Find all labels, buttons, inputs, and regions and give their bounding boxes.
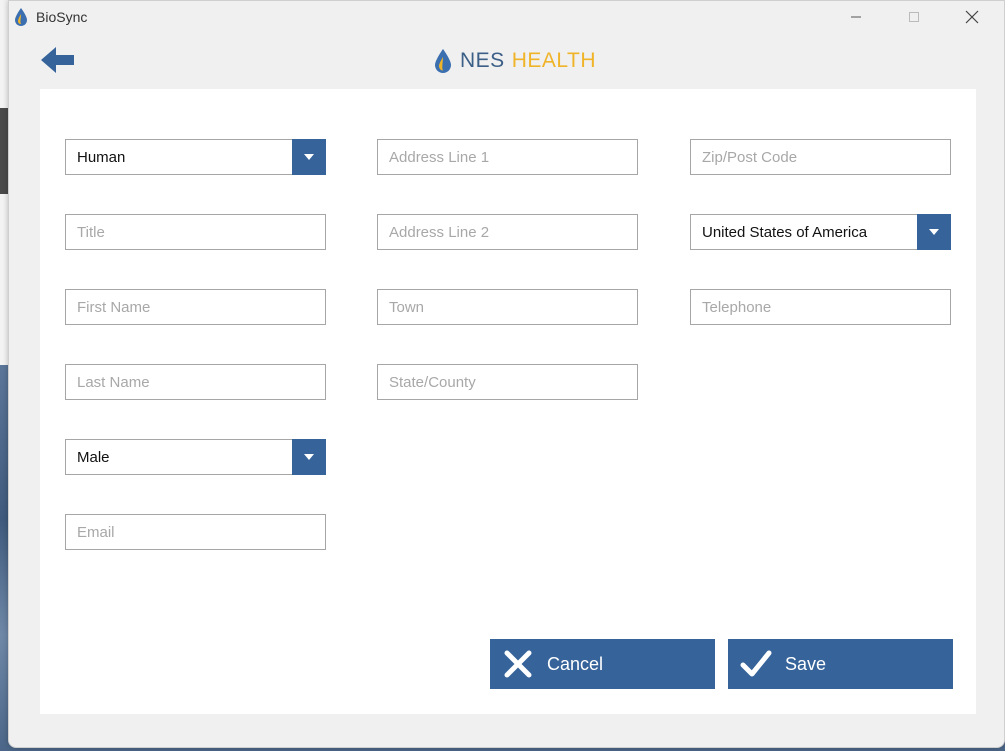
last-name-field[interactable] (65, 364, 326, 400)
town-field[interactable] (377, 289, 638, 325)
gender-dropdown-button[interactable] (292, 439, 326, 475)
last-name-input[interactable] (66, 365, 325, 399)
email-input[interactable] (66, 515, 325, 549)
save-button-label: Save (785, 653, 827, 674)
app-window: BioSync NES HEALTH Human Title First Nam… (8, 0, 1005, 748)
zip-post-code-input[interactable] (691, 140, 950, 174)
form-panel: Human Male (40, 89, 976, 714)
gender-select[interactable]: Male (65, 439, 326, 475)
state-county-input[interactable] (378, 365, 637, 399)
email-field[interactable] (65, 514, 326, 550)
town-input[interactable] (378, 290, 637, 324)
address-line-2-input[interactable] (378, 215, 637, 249)
country-dropdown-button[interactable] (917, 214, 951, 250)
cancel-button[interactable]: Cancel (490, 639, 715, 689)
back-arrow-icon[interactable] (41, 46, 77, 74)
species-dropdown-button[interactable] (292, 139, 326, 175)
species-select[interactable]: Human (65, 139, 326, 175)
title-field[interactable] (65, 214, 326, 250)
minimize-icon (851, 16, 861, 18)
state-county-field[interactable] (377, 364, 638, 400)
telephone-input[interactable] (691, 290, 950, 324)
country-select-value: United States of America (702, 224, 868, 241)
title-input[interactable] (66, 215, 325, 249)
checkmark-icon (740, 648, 772, 680)
title-bar[interactable]: BioSync (9, 1, 1004, 33)
address-line-2-field[interactable] (377, 214, 638, 250)
droplet-icon (15, 8, 27, 26)
logo-droplet-icon (435, 49, 451, 73)
cancel-button-label: Cancel (547, 653, 604, 674)
x-icon (502, 648, 534, 680)
address-line-1-input[interactable] (378, 140, 637, 174)
window-title: BioSync (36, 9, 88, 25)
zip-post-code-field[interactable] (690, 139, 951, 175)
close-icon (965, 10, 979, 24)
save-button[interactable]: Save (728, 639, 953, 689)
nes-health-logo: NES HEALTH (435, 49, 596, 73)
desktop-background-left (0, 108, 8, 194)
minimize-button[interactable] (833, 1, 879, 33)
logo-text-nes: NES (460, 49, 505, 72)
maximize-button[interactable] (891, 1, 937, 33)
maximize-icon (909, 12, 919, 22)
gender-select-value: Male (77, 449, 110, 466)
close-button[interactable] (949, 1, 995, 33)
chevron-down-icon (929, 229, 939, 235)
address-line-1-field[interactable] (377, 139, 638, 175)
species-select-value: Human (77, 149, 126, 166)
chevron-down-icon (304, 154, 314, 160)
first-name-input[interactable] (66, 290, 325, 324)
telephone-field[interactable] (690, 289, 951, 325)
first-name-field[interactable] (65, 289, 326, 325)
country-select[interactable]: United States of America (690, 214, 951, 250)
logo-text-health: HEALTH (511, 49, 596, 72)
chevron-down-icon (304, 454, 314, 460)
